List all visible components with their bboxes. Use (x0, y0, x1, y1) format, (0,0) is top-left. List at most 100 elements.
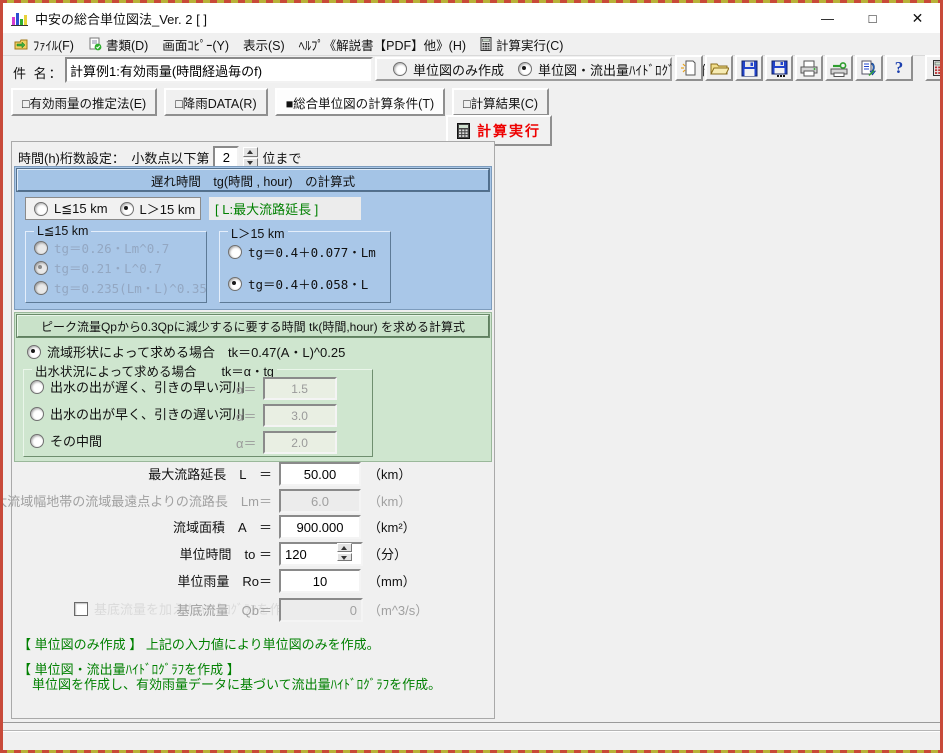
tg-small-option-3[interactable]: tg＝0.235(Lm・L)^0.35 (34, 278, 207, 297)
note-unit-only-body: 上記の入力値により単位図のみを作成。 (146, 637, 380, 652)
file-menu-icon (14, 38, 29, 51)
param-A-label: 流域面積 A ＝ (173, 517, 272, 536)
alpha-1-input[interactable] (263, 377, 337, 400)
menu-view-label: 表示(S) (243, 35, 285, 54)
tk-discharge-group: 出水状況によって求める場合 tk＝α・tg 出水の出が遅く、引きの早い河川 α＝… (23, 369, 373, 457)
tg-small-option-1[interactable]: tg＝0.26・Lm^0.7 (34, 238, 169, 257)
tk-section-header: ピーク流量Qpから0.3Qpに減少するに要する時間 tk(時間,hour) を求… (17, 315, 489, 337)
save-icon (741, 60, 758, 77)
app-icon (11, 10, 29, 26)
subject-input[interactable] (65, 57, 373, 83)
tg-l-gt-15-radio[interactable]: L＞15 km (120, 199, 196, 218)
param-L-input[interactable] (279, 462, 361, 486)
param-Qb-label: 基底流量 Qb＝ (177, 600, 272, 619)
tk-slow-rise-radio[interactable]: 出水の出が遅く、引きの早い河川 (30, 377, 245, 396)
tk-alpha-3: α＝ (236, 431, 337, 454)
radio-icon (228, 245, 242, 259)
menu-help-label: ﾍﾙﾌﾟ《解説書【PDF】他》(H) (299, 35, 466, 54)
param-L-label: 最大流路延長 L ＝ (148, 464, 272, 483)
run-calculation-label: 計算実行 (477, 121, 541, 141)
alpha-3-input[interactable] (263, 431, 337, 454)
radio-icon (34, 281, 48, 295)
menu-documents[interactable]: 書類(D) (81, 33, 155, 56)
calculator-icon (933, 60, 941, 76)
mode-unit-only-radio[interactable]: 単位図のみ作成 (393, 60, 504, 79)
tg-small-option-1-label: tg＝0.26・Lm^0.7 (54, 238, 169, 257)
close-button[interactable]: ✕ (895, 3, 940, 33)
maximize-button[interactable]: □ (850, 3, 895, 33)
help-button[interactable]: ? (885, 55, 913, 81)
tg-small-option-2[interactable]: tg＝0.21・L^0.7 (34, 258, 162, 277)
decimal-digits-suffix: 位まで (262, 148, 301, 167)
param-row-L: 最大流路延長 L ＝ （km） (12, 462, 494, 484)
menu-view[interactable]: 表示(S) (236, 33, 292, 56)
spin-up-icon[interactable] (337, 543, 352, 552)
radio-icon (34, 241, 48, 255)
mode-unit-only-label: 単位図のみ作成 (413, 60, 504, 79)
note-hydrograph-body: 単位図を作成し、有効雨量データに基づいて流出量ﾊｲﾄﾞﾛｸﾞﾗﾌを作成。 (32, 674, 441, 693)
menu-screen-copy-label: 画面ｺﾋﾟｰ(Y) (162, 35, 229, 54)
save-as-button[interactable] (765, 55, 793, 81)
tab-unit-hydrograph-conditions[interactable]: ■総合単位図の計算条件(T) (275, 88, 446, 116)
tk-fast-rise-radio[interactable]: 出水の出が早く、引きの遅い河川 (30, 404, 245, 423)
tg-large-group: L＞15 km tg＝0.4＋0.077・Lm tg＝0.4＋0.058・L (219, 231, 391, 303)
status-bar-divider (3, 722, 940, 723)
radio-icon (30, 434, 44, 448)
open-file-button[interactable] (705, 55, 733, 81)
spin-down-icon[interactable] (337, 553, 352, 562)
calculator-button[interactable] (925, 55, 940, 81)
screen-copy-button[interactable] (855, 55, 883, 81)
param-to-label: 単位時間 to ＝ (180, 544, 272, 563)
param-Qb-input[interactable] (279, 598, 363, 622)
tk-intermediate-label: その中間 (50, 431, 102, 450)
open-folder-icon (710, 60, 729, 76)
tg-section-header: 遅れ時間 tg(時間 , hour) の計算式 (17, 169, 489, 191)
output-mode-group: 単位図のみ作成 単位図・流出量ﾊｲﾄﾞﾛｸﾞﾗﾌを作成 (375, 57, 672, 81)
print-button[interactable] (795, 55, 823, 81)
param-to-spinner[interactable] (337, 543, 352, 561)
param-row-to: 単位時間 to ＝ （分） (12, 542, 494, 564)
print-setup-button[interactable] (825, 55, 853, 81)
param-Lm-input[interactable] (279, 489, 361, 513)
menu-run-calculation[interactable]: 計算実行(C) (473, 33, 570, 56)
save-button[interactable] (735, 55, 763, 81)
menu-help[interactable]: ﾍﾙﾌﾟ《解説書【PDF】他》(H) (292, 33, 473, 56)
alpha-2-input[interactable] (263, 404, 337, 427)
tk-shape-radio[interactable]: 流域形状によって求める場合 tk＝0.47(A・L)^0.25 (27, 342, 345, 361)
tg-section: 遅れ時間 tg(時間 , hour) の計算式 L≦15 km L＞15 km … (14, 166, 492, 310)
decimal-digits-spinner[interactable] (243, 147, 258, 167)
decimal-digits-row: 時間(h)桁数設定： 小数点以下第 位まで (18, 146, 301, 168)
subject-label: 件 名： (13, 63, 64, 82)
radio-icon (34, 261, 48, 275)
tab-effective-rainfall[interactable]: □有効雨量の推定法(E) (11, 88, 157, 116)
spin-up-icon[interactable] (243, 147, 258, 157)
tk-intermediate-radio[interactable]: その中間 (30, 431, 102, 450)
note-unit-only-title: 【 単位図のみ作成 】 (18, 637, 142, 652)
capture-frame: 中安の総合単位図法_Ver. 2 [ ] — □ ✕ ﾌｧｲﾙ(F) 書類(D)… (0, 0, 943, 753)
tg-large-option-1[interactable]: tg＝0.4＋0.077・Lm (228, 242, 376, 261)
tk-slow-rise-label: 出水の出が遅く、引きの早い河川 (50, 377, 245, 396)
param-row-A: 流域面積 A ＝ （km²） (12, 515, 494, 537)
tk-section: ピーク流量Qpから0.3Qpに減少するに要する時間 tk(時間,hour) を求… (14, 312, 492, 462)
tab-results[interactable]: □計算結果(C) (452, 88, 549, 116)
tab-rain-data[interactable]: □降雨DATA(R) (164, 88, 267, 116)
menu-screen-copy[interactable]: 画面ｺﾋﾟｰ(Y) (155, 33, 236, 56)
param-row-Ro: 単位雨量 Ro＝ （mm） (12, 569, 494, 591)
tg-large-group-title: L＞15 km (228, 223, 288, 242)
tg-small-group-title: L≦15 km (34, 223, 91, 238)
tg-length-note: [ L:最大流路延長 ] (209, 197, 361, 220)
new-file-button[interactable] (675, 55, 703, 81)
decimal-digits-input[interactable] (213, 146, 239, 168)
param-A-input[interactable] (279, 515, 361, 539)
param-Lm-label: 最大流域幅地帯の流域最遠点よりの流路長 Lm＝ (3, 491, 272, 510)
tg-large-option-2-label: tg＝0.4＋0.058・L (248, 274, 368, 293)
minimize-button[interactable]: — (805, 3, 850, 33)
tk-shape-label: 流域形状によって求める場合 tk＝0.47(A・L)^0.25 (47, 342, 345, 361)
menu-file[interactable]: ﾌｧｲﾙ(F) (7, 33, 81, 56)
tg-l-le-15-radio[interactable]: L≦15 km (34, 201, 108, 217)
tg-length-selector: L≦15 km L＞15 km (25, 197, 201, 220)
tg-large-option-2[interactable]: tg＝0.4＋0.058・L (228, 274, 368, 293)
param-Ro-input[interactable] (279, 569, 361, 593)
checkbox-icon (74, 602, 88, 616)
help-icon: ? (895, 58, 904, 78)
